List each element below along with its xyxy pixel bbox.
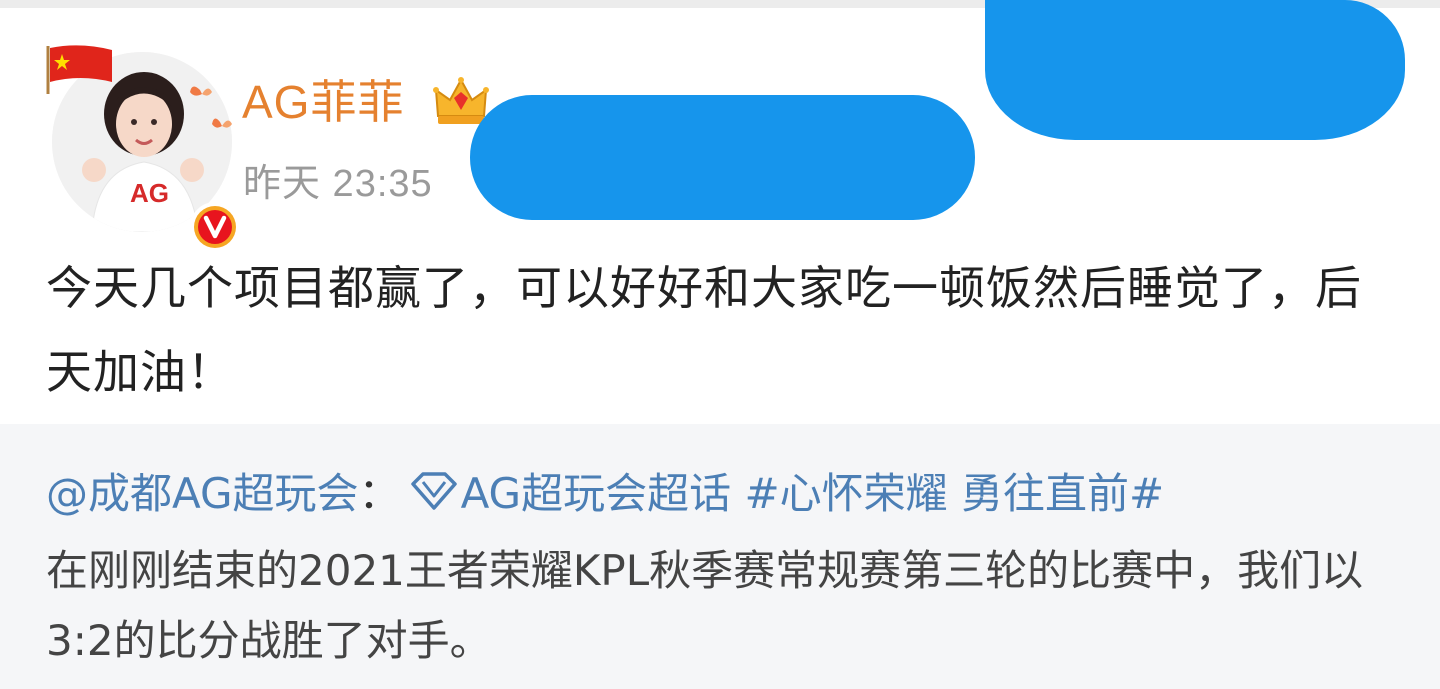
post-text: 今天几个项目都赢了，可以好好和大家吃一顿饭然后睡觉了，后天加油！ — [46, 261, 1362, 399]
post-timestamp: 昨天 23:35 — [243, 163, 433, 205]
china-flag-icon — [46, 45, 112, 94]
username[interactable]: AG菲菲 — [242, 74, 404, 130]
redaction-mark — [985, 0, 1405, 140]
redaction-mark — [470, 95, 975, 220]
diamond-icon — [410, 472, 457, 510]
repost-header: @成都AG超玩会： AG超玩会超话 #心怀荣耀 勇往直前# — [46, 464, 1426, 524]
hashtag-link[interactable]: #心怀荣耀 勇往直前# — [744, 469, 1164, 518]
butterfly-icon — [190, 86, 232, 128]
svg-text:AG: AG — [130, 178, 169, 208]
super-topic-link[interactable]: AG超玩会超话 — [461, 469, 732, 518]
weibo-post: AG AG菲菲 昨天 23:35 今天几个项目都赢了，可以好好和大家吃一顿饭然后… — [0, 0, 1440, 689]
repost-separator: ： — [358, 469, 401, 518]
repost-card[interactable]: @成都AG超玩会： AG超玩会超话 #心怀荣耀 勇往直前# 在刚刚结束的2021… — [0, 424, 1440, 689]
avatar-area[interactable]: AG — [40, 40, 240, 252]
repost-author-link[interactable]: @成都AG超玩会 — [46, 469, 359, 518]
repost-text: 在刚刚结束的2021王者荣耀KPL秋季赛常规赛第三轮的比赛中，我们以3:2的比分… — [46, 546, 1364, 665]
